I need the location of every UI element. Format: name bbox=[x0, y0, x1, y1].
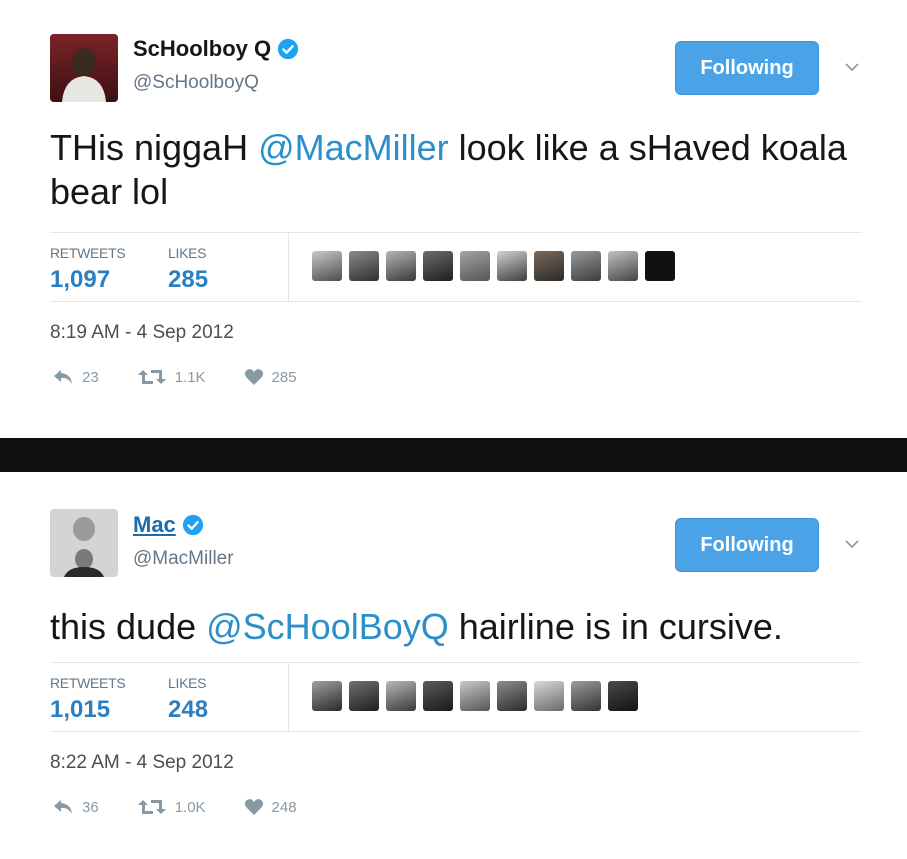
following-button[interactable]: Following bbox=[675, 41, 819, 95]
reply-icon bbox=[54, 800, 72, 814]
retweets-value: 1,097 bbox=[50, 266, 111, 293]
stats-divider bbox=[288, 663, 289, 731]
verified-badge-icon bbox=[182, 514, 203, 536]
retweet-icon bbox=[137, 370, 166, 384]
likes-label: LIKES bbox=[168, 245, 207, 261]
mention-link[interactable]: @ScHoolBoyQ bbox=[206, 606, 449, 647]
tweet-stats: RETWEETS 1,015 LIKES 248 bbox=[50, 662, 862, 732]
liker-avatar[interactable] bbox=[497, 251, 527, 281]
display-name[interactable]: ScHoolboy Q bbox=[133, 36, 271, 62]
retweets-value: 1,015 bbox=[50, 696, 111, 723]
chevron-down-icon[interactable] bbox=[842, 57, 862, 77]
like-count: 285 bbox=[271, 368, 297, 386]
tweet-actions: 23 1.1K 285 bbox=[52, 368, 335, 386]
liker-avatar[interactable] bbox=[571, 681, 601, 711]
mention-link[interactable]: @MacMiller bbox=[258, 127, 449, 168]
tweet-timestamp[interactable]: 8:19 AM - 4 Sep 2012 bbox=[50, 322, 234, 344]
liker-avatar[interactable] bbox=[460, 251, 490, 281]
like-count: 248 bbox=[271, 798, 297, 816]
likes-value: 248 bbox=[168, 696, 209, 723]
name-row: ScHoolboy Q bbox=[133, 36, 299, 62]
liker-avatar[interactable] bbox=[423, 681, 453, 711]
avatar[interactable] bbox=[50, 509, 118, 577]
liker-avatar[interactable] bbox=[608, 251, 638, 281]
reply-count: 23 bbox=[82, 368, 99, 386]
retweets-stat[interactable]: RETWEETS 1,097 bbox=[50, 245, 126, 294]
retweet-icon bbox=[137, 800, 166, 814]
retweets-stat[interactable]: RETWEETS 1,015 bbox=[50, 675, 126, 724]
tweet-text-part: THis niggaH bbox=[50, 127, 259, 168]
liker-avatar[interactable] bbox=[608, 681, 638, 711]
liker-avatar[interactable] bbox=[645, 251, 675, 281]
liker-avatar[interactable] bbox=[312, 251, 342, 281]
liker-avatar[interactable] bbox=[312, 681, 342, 711]
liker-avatar[interactable] bbox=[460, 681, 490, 711]
retweet-action[interactable]: 1.0K bbox=[137, 798, 206, 816]
tweet-text: THis niggaH @MacMiller look like a sHave… bbox=[50, 126, 870, 214]
tweet-text-part: hairline is in cursive. bbox=[448, 606, 783, 647]
liker-avatar[interactable] bbox=[349, 251, 379, 281]
chevron-down-icon[interactable] bbox=[842, 534, 862, 554]
liker-avatar[interactable] bbox=[386, 251, 416, 281]
user-handle[interactable]: @MacMiller bbox=[133, 548, 234, 570]
avatar[interactable] bbox=[50, 34, 118, 102]
liker-avatar[interactable] bbox=[534, 681, 564, 711]
reply-action[interactable]: 36 bbox=[52, 798, 99, 816]
reply-icon bbox=[54, 370, 72, 384]
likes-stat[interactable]: LIKES 285 bbox=[168, 245, 208, 294]
tweet-card-schoolboyq: ScHoolboy Q @ScHoolboyQ Following THis n… bbox=[0, 0, 907, 438]
user-handle[interactable]: @ScHoolboyQ bbox=[133, 72, 259, 94]
stats-divider bbox=[288, 233, 289, 301]
like-action[interactable]: 285 bbox=[244, 368, 297, 386]
following-button[interactable]: Following bbox=[675, 518, 819, 572]
liker-avatar[interactable] bbox=[386, 681, 416, 711]
tweet-timestamp[interactable]: 8:22 AM - 4 Sep 2012 bbox=[50, 752, 234, 774]
tweet-text-part: this dude bbox=[50, 606, 207, 647]
likes-label: LIKES bbox=[168, 675, 207, 691]
tweet-stats: RETWEETS 1,097 LIKES 285 bbox=[50, 232, 862, 302]
tweet-text: this dude @ScHoolBoyQ hairline is in cur… bbox=[50, 605, 870, 649]
likes-value: 285 bbox=[168, 266, 209, 293]
heart-icon bbox=[244, 369, 263, 385]
retweets-label: RETWEETS bbox=[50, 675, 126, 691]
tweet-card-macmiller: Mac @MacMiller Following this dude @ScHo… bbox=[0, 472, 907, 859]
reply-count: 36 bbox=[82, 798, 99, 816]
reply-action[interactable]: 23 bbox=[52, 368, 99, 386]
display-name[interactable]: Mac bbox=[133, 512, 176, 538]
liker-avatar[interactable] bbox=[423, 251, 453, 281]
retweet-action[interactable]: 1.1K bbox=[137, 368, 206, 386]
retweet-count: 1.1K bbox=[174, 368, 206, 386]
retweet-count: 1.0K bbox=[174, 798, 206, 816]
name-row: Mac bbox=[133, 512, 204, 538]
retweets-label: RETWEETS bbox=[50, 245, 126, 261]
liker-avatar[interactable] bbox=[349, 681, 379, 711]
verified-badge-icon bbox=[278, 38, 299, 60]
liker-avatar[interactable] bbox=[571, 251, 601, 281]
liker-avatar[interactable] bbox=[534, 251, 564, 281]
like-action[interactable]: 248 bbox=[244, 798, 297, 816]
liker-avatars bbox=[312, 251, 675, 281]
tweet-actions: 36 1.0K 248 bbox=[52, 798, 335, 816]
liker-avatars bbox=[312, 681, 638, 711]
liker-avatar[interactable] bbox=[497, 681, 527, 711]
heart-icon bbox=[244, 799, 263, 815]
likes-stat[interactable]: LIKES 248 bbox=[168, 675, 208, 724]
black-separator-bar bbox=[0, 438, 907, 472]
